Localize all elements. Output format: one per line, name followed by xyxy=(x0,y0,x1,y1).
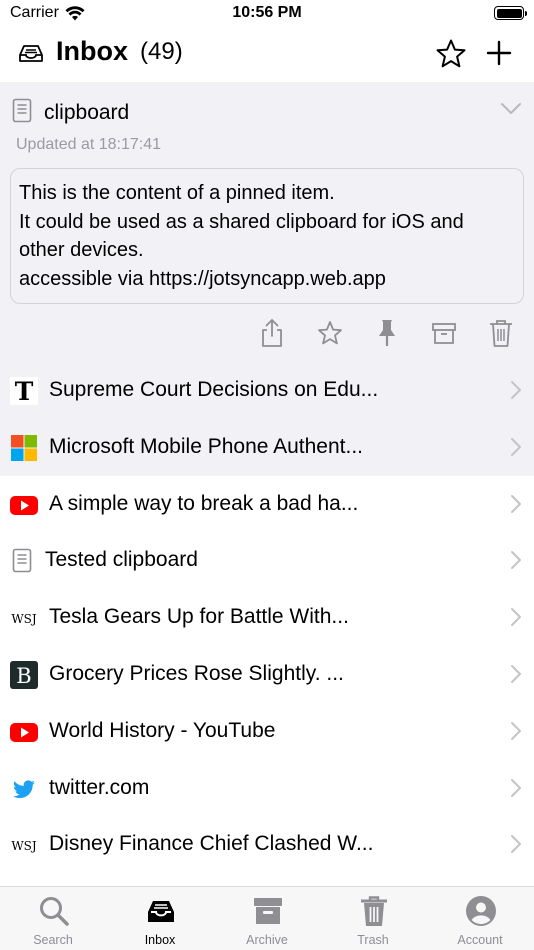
chevron-right-icon xyxy=(511,551,521,570)
list-item[interactable]: WSJ Disney Finance Chief Clashed W... xyxy=(0,816,534,873)
item-title: World History - YouTube xyxy=(49,718,276,742)
pinned-content-line: It could be used as a shared clipboard f… xyxy=(19,210,464,233)
battery-icon xyxy=(494,6,527,20)
tab-label: Trash xyxy=(357,933,389,947)
item-title: Tesla Gears Up for Battle With... xyxy=(49,605,349,629)
tab-account[interactable]: Account xyxy=(427,887,533,950)
list-item[interactable]: twitter.com xyxy=(0,760,534,817)
document-icon xyxy=(12,549,32,573)
item-title: A simple way to break a bad ha... xyxy=(49,491,359,515)
star-icon[interactable] xyxy=(316,318,344,348)
item-title: Supreme Court Decisions on Edu... xyxy=(49,378,379,401)
list-item[interactable]: World History - YouTube xyxy=(0,703,534,760)
item-list: T Supreme Court Decisions on Edu... Micr… xyxy=(0,362,534,873)
list-item[interactable]: T Supreme Court Decisions on Edu... xyxy=(0,362,534,419)
trash-icon[interactable] xyxy=(487,318,515,348)
list-item[interactable]: B Grocery Prices Rose Slightly. ... xyxy=(0,646,534,703)
tab-archive[interactable]: Archive xyxy=(214,887,320,950)
pin-icon[interactable] xyxy=(373,318,401,348)
tab-bar: Search Inbox Archive Trash Account xyxy=(0,886,534,950)
pinned-content-line: This is the content of a pinned item. xyxy=(19,182,335,204)
search-icon xyxy=(40,897,69,926)
item-count: (49) xyxy=(140,38,183,65)
star-button[interactable] xyxy=(435,38,467,70)
microsoft-logo-icon xyxy=(11,434,37,461)
chevron-right-icon xyxy=(511,835,521,854)
pinned-actions xyxy=(0,318,534,350)
status-time: 10:56 PM xyxy=(232,4,302,21)
page-title: Inbox xyxy=(56,36,128,66)
chevron-right-icon xyxy=(511,608,521,627)
pinned-item[interactable]: clipboard Updated at 18:17:41 This is th… xyxy=(0,82,534,362)
chevron-down-icon[interactable] xyxy=(500,102,522,116)
archive-icon[interactable] xyxy=(430,318,458,348)
chevron-right-icon xyxy=(511,494,521,513)
list-item[interactable]: WSJ Tesla Gears Up for Battle With... xyxy=(0,589,534,646)
pinned-title: clipboard xyxy=(44,101,130,124)
pinned-updated-time: Updated at 18:17:41 xyxy=(16,136,162,153)
list-item[interactable]: Microsoft Mobile Phone Authent... xyxy=(0,418,534,476)
twitter-logo-icon xyxy=(13,779,36,798)
tab-trash[interactable]: Trash xyxy=(320,887,426,950)
pinned-content[interactable]: This is the content of a pinned item. It… xyxy=(10,168,524,304)
tab-label: Search xyxy=(33,933,73,947)
svg-text:T: T xyxy=(15,377,34,405)
youtube-logo-icon xyxy=(10,495,38,515)
pinned-content-line: accessible via https://jotsyncapp.web.ap… xyxy=(19,267,386,290)
chevron-right-icon xyxy=(511,664,521,683)
youtube-logo-icon xyxy=(10,722,38,742)
item-title: twitter.com xyxy=(49,775,150,799)
account-icon xyxy=(466,896,496,926)
tab-search[interactable]: Search xyxy=(0,887,106,950)
tab-label: Archive xyxy=(246,933,288,947)
wsj-logo-icon: WSJ xyxy=(11,612,37,626)
tab-label: Inbox xyxy=(144,933,176,947)
item-title: Grocery Prices Rose Slightly. ... xyxy=(49,661,344,685)
wsj-logo-text: WSJ xyxy=(11,612,37,626)
pinned-content-line: other devices. xyxy=(19,239,144,261)
tab-label: Account xyxy=(457,933,503,947)
chevron-right-icon xyxy=(511,437,521,456)
status-bar: Carrier 10:56 PM xyxy=(0,0,534,30)
inbox-icon xyxy=(148,901,174,922)
chevron-right-icon xyxy=(511,778,521,797)
document-icon xyxy=(12,98,32,123)
add-button[interactable] xyxy=(484,38,514,68)
nav-bar: Inbox (49) xyxy=(0,30,534,80)
trash-icon xyxy=(361,896,387,926)
chevron-right-icon xyxy=(511,721,521,740)
nyt-logo-icon: T xyxy=(10,377,38,405)
wsj-logo-text: WSJ xyxy=(11,839,37,853)
bloomberg-logo-icon: B xyxy=(10,660,38,689)
item-title: Tested clipboard xyxy=(45,548,198,572)
bloomberg-logo-text: B xyxy=(16,664,31,688)
inbox-tray-icon xyxy=(19,45,43,62)
item-title: Disney Finance Chief Clashed W... xyxy=(49,832,374,856)
item-title: Microsoft Mobile Phone Authent... xyxy=(49,434,364,458)
share-icon[interactable] xyxy=(258,318,286,348)
tab-inbox[interactable]: Inbox xyxy=(107,887,213,950)
archive-icon xyxy=(254,898,282,924)
wsj-logo-icon: WSJ xyxy=(11,839,37,853)
chevron-right-icon xyxy=(511,381,521,399)
list-item[interactable]: Tested clipboard xyxy=(0,532,534,589)
list-item[interactable]: A simple way to break a bad ha... xyxy=(0,476,534,533)
